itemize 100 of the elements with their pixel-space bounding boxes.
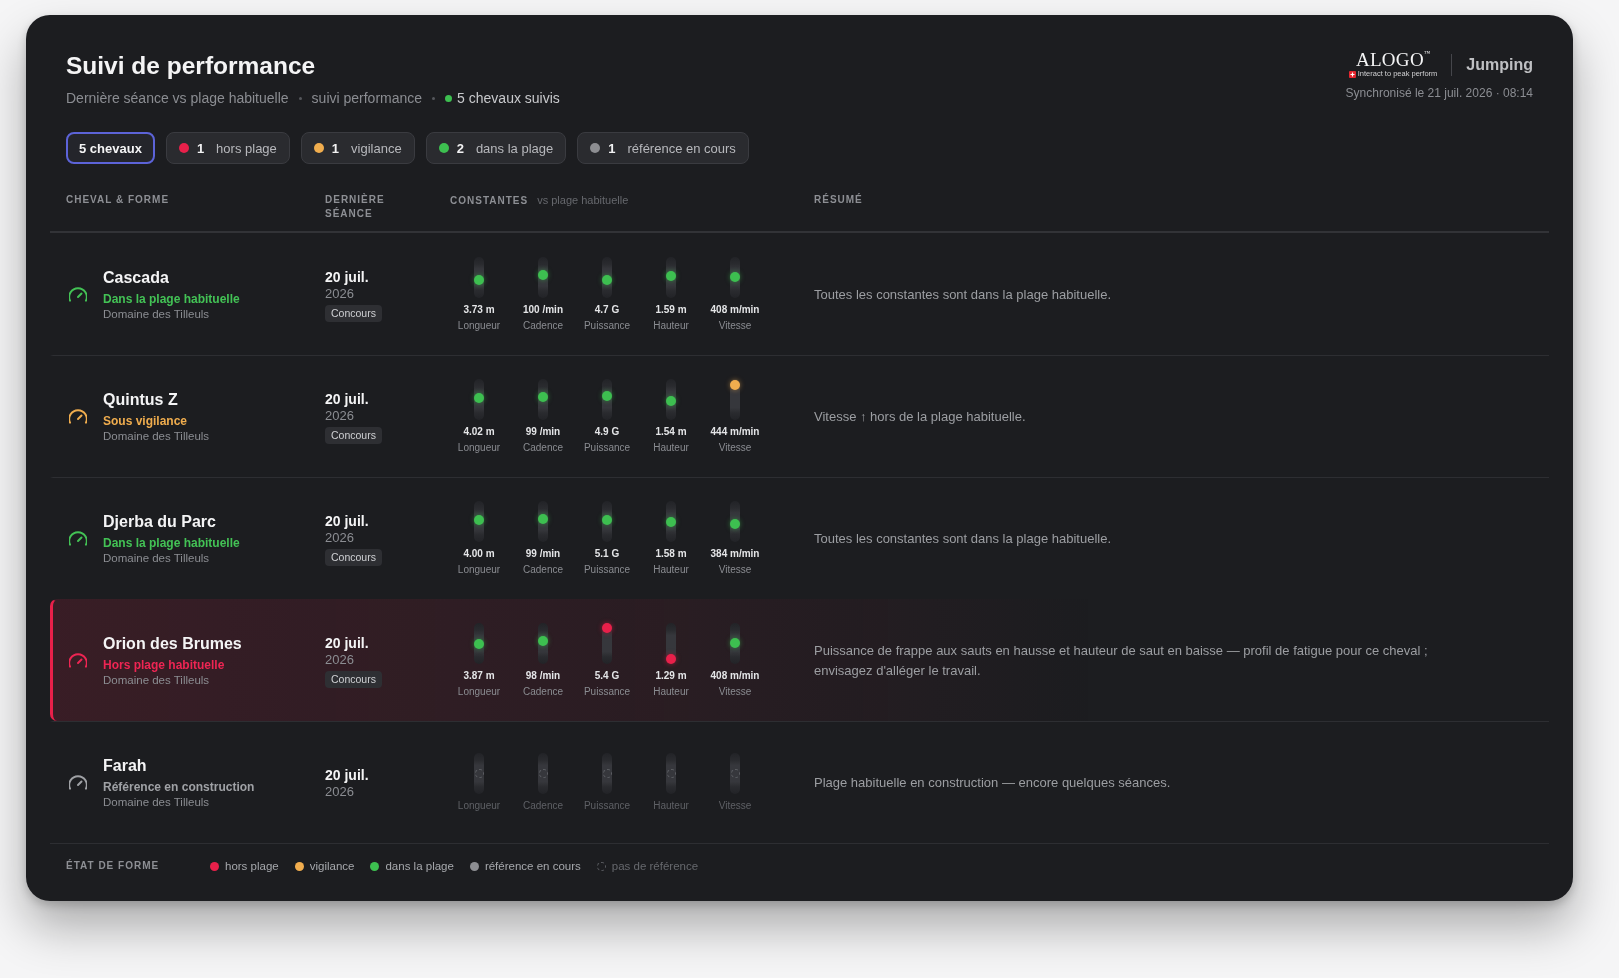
event-tag: Concours xyxy=(325,304,382,322)
metric-value: 444 m/min xyxy=(710,425,760,438)
metric-value: 5.4 G xyxy=(594,669,620,682)
stable-name: Domaine des Tilleuls xyxy=(103,428,210,444)
metric-value: 98 /min xyxy=(525,669,561,682)
summary-text: Puissance de frappe aux sauts en hausse et hauteur de saut en baisse — profil de fatigue pour ce cheval ; envisagez d'alléger le travail. xyxy=(814,642,1429,680)
metric-label: Hauteur xyxy=(653,563,689,576)
filter-chip[interactable]: 2 dans la plage xyxy=(425,132,567,164)
metric-label: Hauteur xyxy=(653,319,689,332)
legend-label: dans la plage xyxy=(385,859,454,874)
horse-name: Quintus Z xyxy=(103,389,178,410)
metric-label: Vitesse xyxy=(718,319,752,332)
metric-label: Cadence xyxy=(523,563,563,576)
stable-name: Domaine des Tilleuls xyxy=(103,794,210,810)
session-year: 2026 xyxy=(325,783,354,800)
metric-label: Cadence xyxy=(523,685,563,698)
metric-label: Vitesse xyxy=(718,799,752,812)
column-header: CHEVAL & FORME xyxy=(66,193,170,207)
status-label: Hors plage habituelle xyxy=(103,656,225,673)
page-title: Suivi de performance xyxy=(66,51,317,81)
filter-chip[interactable]: 1 hors plage xyxy=(165,132,290,164)
metric-label: Puissance xyxy=(583,685,631,698)
metric-label: Longueur xyxy=(457,685,501,698)
metric-label: Longueur xyxy=(457,563,501,576)
metric-value: 4.9 G xyxy=(594,425,620,438)
session-date: 20 juil. xyxy=(325,389,369,408)
session-date: 20 juil. xyxy=(325,267,369,286)
metric-value: 100 /min xyxy=(523,303,563,316)
metric-value: 99 /min xyxy=(525,547,561,560)
legend-label: hors plage xyxy=(225,859,279,874)
metric-label: Hauteur xyxy=(653,441,689,454)
metric-label: Cadence xyxy=(523,319,563,332)
metric-value: 5.1 G xyxy=(594,547,620,560)
horse-name: Orion des Brumes xyxy=(103,633,242,654)
session-year: 2026 xyxy=(325,407,354,424)
filter-chip[interactable]: 1 référence en cours xyxy=(577,132,749,164)
metric-value: 1.58 m xyxy=(655,547,687,560)
column-header: CONSTANTES xyxy=(450,194,529,208)
event-tag: Concours xyxy=(325,548,382,566)
product-name: Jumping xyxy=(1466,54,1533,75)
horse-name: Farah xyxy=(103,755,147,776)
metric-value: 4.02 m xyxy=(463,425,495,438)
summary-text: Plage habituelle en construction — encore quelques séances. xyxy=(814,773,1172,792)
column-header: RÉSUMÉ xyxy=(814,193,863,207)
live-count: 5 chevaux suivis xyxy=(457,89,560,107)
stable-name: Domaine des Tilleuls xyxy=(103,306,210,322)
summary-text: Toutes les constantes sont dans la plage habituelle. xyxy=(814,285,1113,304)
session-year: 2026 xyxy=(325,529,354,546)
metric-label: Cadence xyxy=(523,799,563,812)
metric-value: 408 m/min xyxy=(710,303,760,316)
metric-label: Vitesse xyxy=(718,685,752,698)
metric-label: Longueur xyxy=(457,799,501,812)
metric-value: 3.73 m xyxy=(463,303,495,316)
status-label: Dans la plage habituelle xyxy=(103,290,240,307)
stable-name: Domaine des Tilleuls xyxy=(103,550,210,566)
legend-label: pas de référence xyxy=(611,859,699,874)
metric-label: Hauteur xyxy=(653,685,689,698)
column-header: DERNIÈRE SÉANCE xyxy=(325,193,386,221)
metric-value: 1.59 m xyxy=(655,303,687,316)
metric-value: 3.87 m xyxy=(463,669,495,682)
metric-value: 1.54 m xyxy=(655,425,687,438)
summary-text: Toutes les constantes sont dans la plage habituelle. xyxy=(814,529,1113,548)
metric-label: Puissance xyxy=(583,441,631,454)
column-note: vs plage habituelle xyxy=(537,193,629,207)
metric-value: 4.7 G xyxy=(594,303,620,316)
filter-chip[interactable]: 1 vigilance xyxy=(300,132,415,164)
metric-value: 99 /min xyxy=(525,425,561,438)
session-year: 2026 xyxy=(325,651,354,668)
metric-label: Vitesse xyxy=(718,441,752,454)
metric-label: Longueur xyxy=(457,441,501,454)
metric-value: 1.29 m xyxy=(655,669,687,682)
metric-label: Cadence xyxy=(523,441,563,454)
metric-value: 408 m/min xyxy=(710,669,760,682)
status-label: Référence en construction xyxy=(103,778,255,795)
subtitle-text: suivi performance xyxy=(311,89,423,107)
flag-icon xyxy=(1348,70,1356,78)
metric-label: Vitesse xyxy=(718,563,752,576)
metric-value: 384 m/min xyxy=(710,547,760,560)
event-tag: Concours xyxy=(325,426,382,444)
metric-label: Puissance xyxy=(583,563,631,576)
session-date: 20 juil. xyxy=(325,511,369,530)
horse-name: Cascada xyxy=(103,267,169,288)
filter-chip[interactable]: 5 chevaux xyxy=(66,132,155,164)
session-date: 20 juil. xyxy=(325,633,369,652)
stable-name: Domaine des Tilleuls xyxy=(103,672,210,688)
sync-status: Synchronisé le 21 juil. 2026 · 08:14 xyxy=(1345,85,1533,101)
metric-label: Hauteur xyxy=(653,799,689,812)
event-tag: Concours xyxy=(325,670,382,688)
legend-label: référence en cours xyxy=(484,859,581,874)
horse-name: Djerba du Parc xyxy=(103,511,216,532)
metric-label: Puissance xyxy=(583,799,631,812)
session-year: 2026 xyxy=(325,285,354,302)
legend-label: vigilance xyxy=(309,859,355,874)
status-label: Sous vigilance xyxy=(103,412,188,429)
logo-wordmark: ALOGO$^{™}$ xyxy=(1355,50,1431,69)
subtitle-text: Dernière séance vs plage habituelle xyxy=(66,89,289,107)
summary-text: Vitesse ↑ hors de la plage habituelle. xyxy=(814,407,1027,426)
session-date: 20 juil. xyxy=(325,765,369,784)
legend-title: ÉTAT DE FORME xyxy=(66,858,161,873)
metric-value: 4.00 m xyxy=(463,547,495,560)
